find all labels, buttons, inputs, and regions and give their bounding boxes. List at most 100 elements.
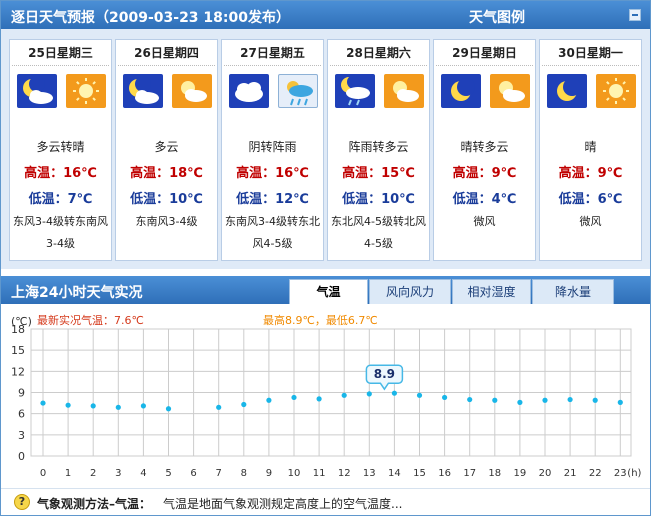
- sun-icon: [596, 74, 636, 108]
- x-tick-label: 4: [140, 468, 146, 479]
- x-tick-label: 6: [190, 468, 196, 479]
- y-tick-label: 9: [18, 387, 25, 400]
- observation-title: 上海24小时天气实况: [11, 285, 143, 301]
- y-tick-label: 3: [18, 429, 25, 442]
- temperature-point: [542, 397, 548, 403]
- forecast-day-card: 29日星期日 晴转多云 高温：9℃ 低温：4℃ 微风: [433, 39, 536, 261]
- temperature-point: [567, 396, 573, 403]
- forecast-date: 25日星期三: [12, 40, 109, 66]
- forecast-description: 阵雨转多云: [348, 140, 409, 154]
- weather-widget: 逐日天气预报（2009-03-23 18:00发布） 天气图例 25日星期三多云…: [0, 0, 651, 516]
- forecast-high: 高温：15℃: [342, 166, 415, 181]
- x-tick-label: 9: [266, 468, 272, 479]
- x-tick-label: 23: [614, 468, 627, 479]
- moon-icon: [441, 74, 481, 108]
- temperature-point: [266, 397, 272, 403]
- forecast-description: 多云: [154, 140, 179, 154]
- forecast-description: 阴转阵雨: [248, 140, 297, 154]
- forecast-wind: 微风: [473, 215, 496, 228]
- temperature-point: [341, 392, 347, 398]
- forecast-high: 高温：9℃: [452, 166, 517, 181]
- tab-wind[interactable]: 风向风力: [369, 279, 451, 304]
- help-text: 气温是地面气象观测规定高度上的空气温度...: [163, 497, 403, 511]
- forecast-low: 低温：12℃: [236, 192, 309, 207]
- forecast-date: 28日星期六: [330, 40, 427, 66]
- forecast-wind: 东风3-4级转东南风3-4级: [13, 215, 108, 250]
- footer-note: ? 气象观测方法–气温： 气温是地面气象观测规定高度上的空气温度...: [1, 488, 650, 515]
- temperature-point: [140, 403, 146, 409]
- x-tick-label: 20: [539, 468, 552, 479]
- forecast-high: 高温：9℃: [558, 166, 623, 181]
- x-tick-label: 7: [216, 468, 222, 479]
- forecast-low: 低温：6℃: [558, 192, 623, 207]
- tab-temperature[interactable]: 气温: [289, 279, 368, 304]
- temperature-point: [115, 404, 121, 410]
- help-title: 气象观测方法–气温：: [37, 497, 152, 511]
- x-tick-label: 19: [514, 468, 527, 479]
- forecast-header: 逐日天气预报（2009-03-23 18:00发布） 天气图例: [1, 1, 650, 29]
- forecast-low: 低温：4℃: [452, 192, 517, 207]
- moon-icon: [547, 74, 587, 108]
- temperature-point: [391, 390, 397, 396]
- forecast-icons: [10, 66, 111, 118]
- forecast-icons: [434, 66, 535, 118]
- temperature-point: [291, 394, 297, 401]
- forecast-title: 逐日天气预报（2009-03-23 18:00发布）: [11, 10, 290, 26]
- help-icon[interactable]: ?: [14, 494, 30, 510]
- forecast-low: 低温：10℃: [130, 192, 203, 207]
- forecast-high: 高温：16℃: [236, 166, 309, 181]
- y-tick-label: 15: [11, 344, 25, 357]
- partly-cloudy-sun-icon: [490, 74, 530, 108]
- x-unit-label: (h): [627, 468, 641, 479]
- temperature-point: [216, 404, 222, 410]
- partly-cloudy-sun-icon: [172, 74, 212, 108]
- forecast-day-card: 28日星期六阵雨转多云高温：15℃ 低温：10℃ 东北风4-5级转北风4-5级: [327, 39, 430, 261]
- observation-header: 上海24小时天气实况 气温 风向风力 相对湿度 降水量: [1, 276, 650, 304]
- forecast-low: 低温：7℃: [28, 192, 93, 207]
- x-tick-label: 11: [313, 468, 326, 479]
- forecast-date: 27日星期五: [224, 40, 321, 66]
- temperature-point: [366, 391, 372, 397]
- temperature-point: [165, 406, 172, 412]
- temperature-point: [90, 403, 96, 409]
- forecast-wind: 东南风3-4级转东北风4-5级: [225, 215, 320, 250]
- forecast-high: 高温：16℃: [24, 166, 97, 181]
- forecast-icons: [328, 66, 429, 118]
- x-tick-label: 8: [241, 468, 247, 479]
- x-tick-label: 14: [388, 468, 401, 479]
- forecast-wind: 东南风3-4级: [135, 215, 198, 228]
- temperature-point: [442, 394, 448, 401]
- shower-icon: [278, 74, 318, 108]
- x-tick-label: 18: [488, 468, 501, 479]
- y-tick-label: 18: [11, 323, 25, 336]
- temperature-chart: 03691215180 1 2 3 4 5 6 7 8 9 10 11 12 13 14 15 16 17 18 19…: [11, 323, 642, 479]
- y-tick-label: 6: [18, 408, 25, 421]
- forecast-day-card: 27日星期五阴转阵雨高温：16℃ 低温：12℃ 东南风3-4级转东北风4-5级: [221, 39, 324, 261]
- temperature-point: [316, 396, 322, 402]
- tab-precipitation[interactable]: 降水量: [532, 279, 614, 304]
- tab-humidity[interactable]: 相对湿度: [452, 279, 531, 304]
- rain-moon-icon: [335, 74, 375, 108]
- forecast-high: 高温：18℃: [130, 166, 203, 181]
- forecast-low: 低温：10℃: [342, 192, 415, 207]
- y-tick-label: 12: [11, 365, 25, 378]
- x-tick-label: 12: [338, 468, 351, 479]
- weather-legend-link[interactable]: 天气图例: [469, 7, 525, 27]
- forecast-wind: 东北风4-5级转北风4-5级: [331, 215, 426, 250]
- x-tick-label: 1: [65, 468, 71, 479]
- x-tick-label: 15: [413, 468, 426, 479]
- temperature-point: [65, 402, 71, 408]
- forecast-icons: [222, 66, 323, 118]
- x-tick-label: 21: [564, 468, 577, 479]
- forecast-day-card: 30日星期一晴高温：9℃ 低温：6℃ 微风: [539, 39, 642, 261]
- temperature-point: [492, 397, 498, 403]
- x-tick-label: 0: [40, 468, 46, 479]
- forecast-date: 30日星期一: [542, 40, 639, 66]
- collapse-icon[interactable]: [629, 9, 641, 21]
- forecast-day-card: 26日星期四 多云 高温：18℃ 低温：10℃ 东南风3-4级: [115, 39, 218, 261]
- forecast-description: 多云转晴: [36, 140, 85, 154]
- y-tick-label: 0: [18, 450, 25, 463]
- temperature-point: [592, 397, 598, 403]
- cloudy-moon-icon: [17, 74, 57, 108]
- x-tick-label: 13: [363, 468, 376, 479]
